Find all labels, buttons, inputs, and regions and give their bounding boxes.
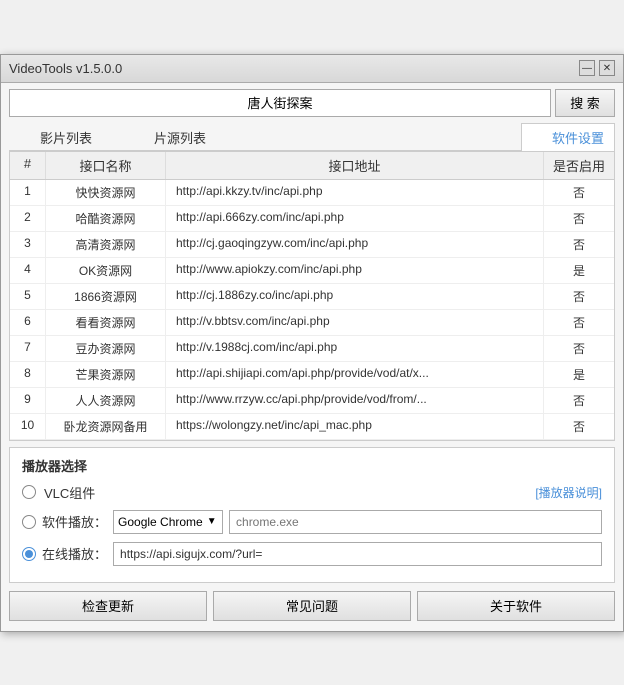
cell-enabled: 否 bbox=[544, 284, 614, 309]
radio-vlc[interactable] bbox=[22, 485, 36, 499]
table-row[interactable]: 1 快快资源网 http://api.kkzy.tv/inc/api.php 否 bbox=[10, 180, 614, 206]
cell-url: http://v.1988cj.com/inc/api.php bbox=[166, 336, 544, 361]
col-enabled: 是否启用 bbox=[544, 152, 614, 179]
online-url-input[interactable] bbox=[113, 542, 602, 566]
player-option-software: 软件播放： Google Chrome ▼ bbox=[22, 510, 602, 534]
tab-bar: 影片列表 片源列表 软件设置 bbox=[9, 123, 615, 151]
window-controls: — ✕ bbox=[579, 60, 615, 76]
table-row[interactable]: 4 OK资源网 http://www.apiokzy.com/inc/api.p… bbox=[10, 258, 614, 284]
cell-url: http://api.666zy.com/inc/api.php bbox=[166, 206, 544, 231]
browser-dropdown-value: Google Chrome bbox=[118, 515, 203, 529]
software-path-input[interactable] bbox=[229, 510, 602, 534]
label-online: 在线播放： bbox=[42, 544, 107, 563]
table-row[interactable]: 10 卧龙资源网备用 https://wolongzy.net/inc/api_… bbox=[10, 414, 614, 440]
title-bar: VideoTools v1.5.0.0 — ✕ bbox=[1, 55, 623, 83]
search-input[interactable] bbox=[9, 89, 551, 117]
minimize-button[interactable]: — bbox=[579, 60, 595, 76]
tab-settings[interactable]: 软件设置 bbox=[521, 123, 615, 151]
cell-url: http://api.kkzy.tv/inc/api.php bbox=[166, 180, 544, 205]
cell-id: 6 bbox=[10, 310, 46, 335]
cell-id: 5 bbox=[10, 284, 46, 309]
cell-name: 卧龙资源网备用 bbox=[46, 414, 166, 439]
api-table: # 接口名称 接口地址 是否启用 1 快快资源网 http://api.kkzy… bbox=[9, 151, 615, 441]
cell-url: http://www.rrzyw.cc/api.php/provide/vod/… bbox=[166, 388, 544, 413]
cell-enabled: 否 bbox=[544, 232, 614, 257]
cell-enabled: 否 bbox=[544, 388, 614, 413]
cell-url: http://www.apiokzy.com/inc/api.php bbox=[166, 258, 544, 283]
cell-enabled: 是 bbox=[544, 362, 614, 387]
about-button[interactable]: 关于软件 bbox=[417, 591, 615, 621]
tab-source-list[interactable]: 片源列表 bbox=[123, 123, 237, 151]
search-bar: 搜 索 bbox=[9, 89, 615, 117]
cell-name: 看看资源网 bbox=[46, 310, 166, 335]
search-button[interactable]: 搜 索 bbox=[555, 89, 615, 117]
table-row[interactable]: 7 豆办资源网 http://v.1988cj.com/inc/api.php … bbox=[10, 336, 614, 362]
cell-id: 7 bbox=[10, 336, 46, 361]
label-software: 软件播放： bbox=[42, 512, 107, 531]
check-update-button[interactable]: 检查更新 bbox=[9, 591, 207, 621]
cell-enabled: 否 bbox=[544, 440, 614, 441]
close-button[interactable]: ✕ bbox=[599, 60, 615, 76]
cell-id: 9 bbox=[10, 388, 46, 413]
window-title: VideoTools v1.5.0.0 bbox=[9, 61, 122, 76]
table-row[interactable]: 2 哈酷资源网 http://api.666zy.com/inc/api.php… bbox=[10, 206, 614, 232]
cell-url: http://cj.gaoqingzyw.com/inc/api.php bbox=[166, 232, 544, 257]
table-row[interactable]: 3 高清资源网 http://cj.gaoqingzyw.com/inc/api… bbox=[10, 232, 614, 258]
cell-name: 豆办资源网 bbox=[46, 336, 166, 361]
cell-name: 1866资源网 bbox=[46, 284, 166, 309]
table-row[interactable]: 5 1866资源网 http://cj.1886zy.co/inc/api.ph… bbox=[10, 284, 614, 310]
cell-enabled: 否 bbox=[544, 336, 614, 361]
cell-id: 4 bbox=[10, 258, 46, 283]
dropdown-arrow-icon: ▼ bbox=[207, 516, 217, 527]
cell-name: 人人资源网 bbox=[46, 388, 166, 413]
radio-online[interactable] bbox=[22, 547, 36, 561]
player-section-title: 播放器选择 bbox=[22, 456, 602, 475]
cell-id: 2 bbox=[10, 206, 46, 231]
cell-name: 高清资源网 bbox=[46, 232, 166, 257]
table-row[interactable]: 11 永久资源网 http://cj.yongjiiuzyw.com/inc/a… bbox=[10, 440, 614, 441]
player-section: 播放器选择 VLC组件 [播放器说明] 软件播放： Google Chrome … bbox=[9, 447, 615, 583]
player-option-vlc: VLC组件 [播放器说明] bbox=[22, 483, 602, 502]
table-body[interactable]: 1 快快资源网 http://api.kkzy.tv/inc/api.php 否… bbox=[10, 180, 614, 441]
cell-name: 芒果资源网 bbox=[46, 362, 166, 387]
cell-id: 1 bbox=[10, 180, 46, 205]
col-name: 接口名称 bbox=[46, 152, 166, 179]
browser-dropdown[interactable]: Google Chrome ▼ bbox=[113, 510, 223, 534]
cell-name: 哈酷资源网 bbox=[46, 206, 166, 231]
table-row[interactable]: 6 看看资源网 http://v.bbtsv.com/inc/api.php 否 bbox=[10, 310, 614, 336]
cell-url: http://api.shijiapi.com/api.php/provide/… bbox=[166, 362, 544, 387]
cell-enabled: 否 bbox=[544, 180, 614, 205]
player-help-link[interactable]: [播放器说明] bbox=[535, 484, 602, 501]
cell-id: 10 bbox=[10, 414, 46, 439]
table-row[interactable]: 9 人人资源网 http://www.rrzyw.cc/api.php/prov… bbox=[10, 388, 614, 414]
player-option-online: 在线播放： bbox=[22, 542, 602, 566]
cell-name: 快快资源网 bbox=[46, 180, 166, 205]
radio-software[interactable] bbox=[22, 515, 36, 529]
cell-url: http://cj.1886zy.co/inc/api.php bbox=[166, 284, 544, 309]
cell-enabled: 否 bbox=[544, 414, 614, 439]
cell-url: http://v.bbtsv.com/inc/api.php bbox=[166, 310, 544, 335]
cell-enabled: 否 bbox=[544, 206, 614, 231]
cell-enabled: 否 bbox=[544, 310, 614, 335]
col-id: # bbox=[10, 152, 46, 179]
cell-enabled: 是 bbox=[544, 258, 614, 283]
faq-button[interactable]: 常见问题 bbox=[213, 591, 411, 621]
table-row[interactable]: 8 芒果资源网 http://api.shijiapi.com/api.php/… bbox=[10, 362, 614, 388]
cell-url: http://cj.yongjiiuzyw.com/inc/api.php bbox=[166, 440, 544, 441]
window-content: 搜 索 影片列表 片源列表 软件设置 # 接口名称 接口地址 是否启用 1 快快… bbox=[1, 83, 623, 631]
cell-url: https://wolongzy.net/inc/api_mac.php bbox=[166, 414, 544, 439]
footer-buttons: 检查更新 常见问题 关于软件 bbox=[9, 591, 615, 625]
cell-id: 3 bbox=[10, 232, 46, 257]
cell-id: 11 bbox=[10, 440, 46, 441]
cell-name: 永久资源网 bbox=[46, 440, 166, 441]
tab-film-list[interactable]: 影片列表 bbox=[9, 123, 123, 151]
cell-id: 8 bbox=[10, 362, 46, 387]
col-url: 接口地址 bbox=[166, 152, 544, 179]
main-window: VideoTools v1.5.0.0 — ✕ 搜 索 影片列表 片源列表 软件… bbox=[0, 54, 624, 632]
table-header: # 接口名称 接口地址 是否启用 bbox=[10, 152, 614, 180]
label-vlc: VLC组件 bbox=[44, 483, 104, 502]
cell-name: OK资源网 bbox=[46, 258, 166, 283]
